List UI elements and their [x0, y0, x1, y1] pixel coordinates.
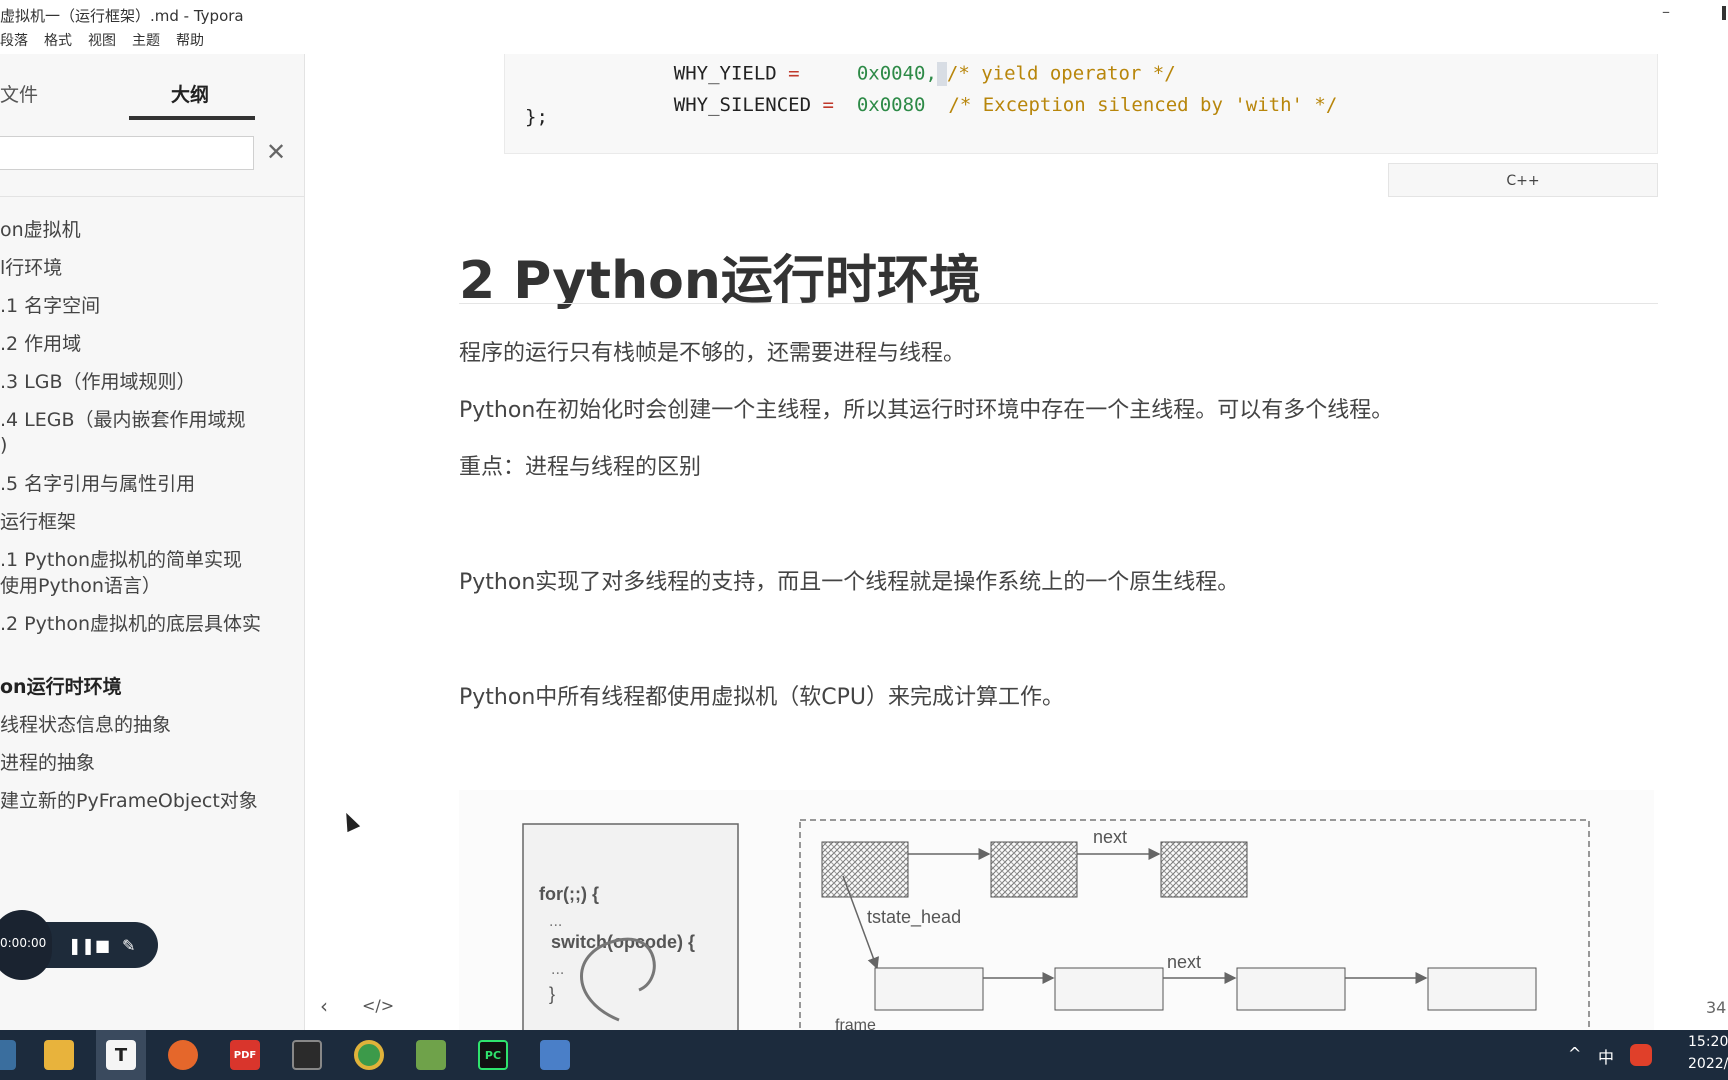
interpreter-state-box [821, 841, 909, 898]
start-icon[interactable] [0, 1040, 16, 1070]
next-label: next [1093, 827, 1127, 847]
window-title: 虚拟机一（运行框架）.md - Typora [0, 7, 244, 25]
pdf-icon[interactable]: PDF [230, 1040, 260, 1070]
chrome-icon[interactable] [354, 1040, 384, 1070]
outline-item[interactable]: .2 Python虚拟机的底层具体实 [0, 611, 261, 637]
outline-item[interactable]: .2 作用域 [0, 331, 81, 357]
word-count: 34 [1706, 998, 1727, 1017]
clock-date[interactable]: 2022/2/ [1688, 1056, 1728, 1072]
section-heading: 2 Python运行时环境 [459, 251, 981, 311]
code-identifier: WHY_SILENCED [673, 94, 812, 116]
code-number: 0x0080 [856, 94, 926, 116]
source-code-toggle-icon[interactable]: </> [362, 996, 394, 1015]
thread-state-box [1054, 967, 1164, 1011]
notepad-icon[interactable] [416, 1040, 446, 1070]
sidebar-divider [0, 196, 305, 197]
terminal-icon[interactable] [292, 1040, 322, 1070]
snipping-tool-icon[interactable] [540, 1040, 570, 1070]
paragraph: 重点：进程与线程的区别 [459, 455, 702, 480]
outline-item[interactable]: .3 LGB（作用域规则） [0, 369, 196, 395]
outline-item[interactable]: on虚拟机 [0, 217, 81, 243]
code-block[interactable]: WHY_YIELD = 0x0040,/* yield operator */ … [504, 54, 1658, 154]
active-tab-indicator [129, 116, 255, 120]
next-label: next [1167, 952, 1201, 972]
outline-item[interactable]: .1 名字空间 [0, 293, 100, 319]
outline-item[interactable]: 线程状态信息的抽象 [0, 712, 171, 738]
menu-bar: 段落 格式 视图 主题 帮助 [0, 30, 204, 54]
menu-help[interactable]: 帮助 [176, 30, 204, 54]
title-bar: 虚拟机一（运行框架）.md - Typora – [0, 0, 1728, 28]
heading-rule [459, 303, 1658, 304]
recorder-time: 0:00:00 [0, 936, 47, 950]
code-language-select[interactable]: C++ [1388, 163, 1658, 197]
paragraph: Python中所有线程都使用虚拟机（软CPU）来完成计算工作。 [459, 685, 1064, 710]
code-line: WHY_SILENCED = 0x0080 /* Exception silen… [628, 72, 1338, 138]
chevron-left-icon[interactable]: ‹ [320, 994, 328, 1018]
paragraph: Python在初始化时会创建一个主线程，所以其运行时环境中存在一个主线程。可以有… [459, 398, 1394, 423]
svg-text:}: } [549, 984, 555, 1004]
code-operator: = [822, 94, 834, 116]
outline-item[interactable]: ) [0, 432, 7, 458]
svg-text:...: ... [551, 961, 564, 978]
tab-outline[interactable]: 大纲 [171, 80, 209, 107]
outline-item[interactable]: 进程的抽象 [0, 750, 95, 776]
typora-icon[interactable]: T [106, 1040, 136, 1070]
tstate-head-label: tstate_head [867, 907, 961, 928]
window-edge [1722, 6, 1726, 20]
sidebar: 文件 大纲 ✕ on虚拟机 l行环境 .1 名字空间 .2 作用域 .3 LGB… [0, 54, 305, 1030]
close-icon[interactable]: ✕ [266, 138, 286, 166]
switch-label: switch(opcode) { [551, 932, 695, 952]
outline-item[interactable]: l行环境 [0, 255, 62, 281]
thread-diagram-image: for(;;) { ... switch(opcode) { ... } nex… [459, 790, 1654, 1030]
pause-icon[interactable]: ❚❚ [68, 936, 95, 955]
outline-search-input[interactable] [0, 136, 254, 170]
outline-item[interactable]: 建立新的PyFrameObject对象 [0, 788, 258, 814]
stop-icon[interactable]: ■ [95, 936, 110, 955]
mouse-cursor [339, 809, 361, 833]
menu-view[interactable]: 视图 [88, 30, 116, 54]
thread-state-box [874, 967, 984, 1011]
thread-state-box [1427, 967, 1537, 1011]
recorder-timer: 0:00:00 [0, 910, 52, 980]
outline-item[interactable]: .1 Python虚拟机的简单实现 [0, 547, 242, 573]
minimize-button[interactable]: – [1662, 2, 1670, 21]
paragraph: Python实现了对多线程的支持，而且一个线程就是操作系统上的一个原生线程。 [459, 570, 1240, 595]
diagram-svg: for(;;) { ... switch(opcode) { ... } nex… [522, 819, 1590, 1030]
menu-theme[interactable]: 主题 [132, 30, 160, 54]
interpreter-state-box [990, 841, 1078, 898]
interpreter-state-box [1160, 841, 1248, 898]
pycharm-icon[interactable]: PC [478, 1040, 508, 1070]
pen-icon[interactable]: ✎ [122, 936, 135, 955]
outline-item[interactable]: .4 LEGB（最内嵌套作用域规 [0, 407, 246, 433]
svg-text:...: ... [549, 913, 562, 930]
thread-state-box [1236, 967, 1346, 1011]
file-explorer-icon[interactable] [44, 1040, 74, 1070]
clock-time[interactable]: 15:20 [1688, 1034, 1728, 1050]
loop-label: for(;;) { [539, 884, 599, 904]
frame-label: frame [835, 1017, 876, 1030]
outline-item[interactable]: 使用Python语言） [0, 573, 161, 599]
outline-item[interactable]: .5 名字引用与属性引用 [0, 471, 195, 497]
outline-item-current[interactable]: on运行时环境 [0, 674, 122, 700]
tray-chevron-icon[interactable]: ^ [1568, 1044, 1581, 1063]
firefox-icon[interactable] [168, 1040, 198, 1070]
outline-item[interactable]: 运行框架 [0, 509, 76, 535]
paragraph: 程序的运行只有栈帧是不够的，还需要进程与线程。 [459, 341, 966, 366]
sogou-input-icon[interactable] [1630, 1044, 1652, 1066]
menu-format[interactable]: 格式 [44, 30, 72, 54]
menu-paragraph[interactable]: 段落 [0, 30, 28, 54]
ime-indicator[interactable]: 中 [1598, 1044, 1614, 1068]
code-line: }; [525, 106, 548, 128]
code-comment: /* Exception silenced by 'with' */ [948, 94, 1338, 116]
tab-files[interactable]: 文件 [0, 80, 38, 107]
